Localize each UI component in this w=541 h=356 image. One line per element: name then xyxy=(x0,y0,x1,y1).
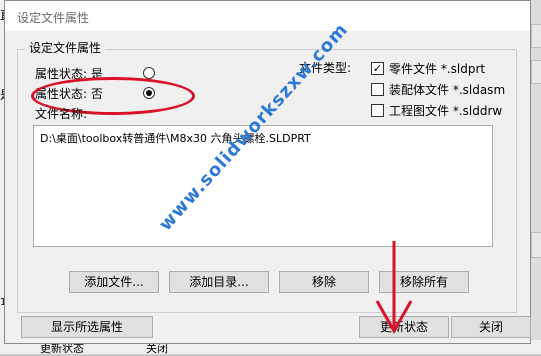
background-tab xyxy=(531,232,541,258)
set-file-properties-dialog: 设定文件属性 设定文件属性 属性状态: 是 属性状态: 否 文件名称: 文件类型… xyxy=(4,0,531,344)
background-tab xyxy=(531,60,541,84)
annotation-arrow xyxy=(375,241,413,335)
background-window-right xyxy=(531,0,541,354)
background-tab xyxy=(531,24,541,48)
